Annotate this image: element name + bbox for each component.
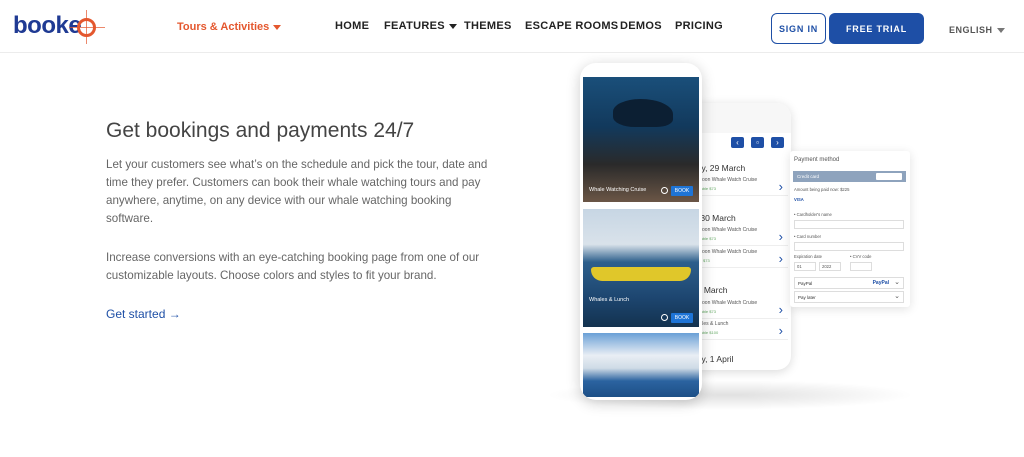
expiration-label: Expiration date: [794, 254, 822, 259]
hero-paragraph-1: Let your customers see what’s on the sch…: [106, 158, 488, 225]
nav-features[interactable]: FEATURES: [384, 20, 457, 32]
info-icon: [661, 187, 668, 194]
card-number-label: • Card number: [794, 234, 822, 239]
free-trial-button[interactable]: FREE TRIAL: [829, 13, 924, 44]
amount-label: Amount being paid now: $225: [794, 187, 850, 192]
book-button: BOOK: [671, 313, 693, 323]
whale-image: Whale Watching Cruise BOOK: [583, 77, 699, 202]
language-label: ENGLISH: [949, 25, 993, 35]
chevron-down-icon: [996, 28, 1005, 34]
cvv-label: • CVV code: [850, 254, 872, 259]
mountain-image: [583, 333, 699, 397]
nav-escape-rooms[interactable]: ESCAPE ROOMS: [525, 20, 618, 32]
tours-activities-label: Tours & Activities: [177, 21, 270, 33]
cvv-field: [850, 262, 872, 271]
chevron-right-icon: ›: [778, 323, 783, 338]
list-item: fternoon Whale Watch CruiseLAST $73›: [692, 248, 788, 268]
logo-text: booke: [13, 12, 82, 39]
list-item: fternoon Whale Watch Cruise Available $73…: [692, 226, 788, 246]
tours-activities-dropdown[interactable]: Tours & Activities: [177, 21, 282, 33]
top-nav: booke Tours & Activities HOME FEATURES T…: [0, 0, 1024, 53]
phone-tours-mockup: Whale Watching Cruise BOOK Whales & Lunc…: [580, 63, 702, 400]
boat-shape: [591, 267, 691, 281]
paypal-label: PayPal: [798, 281, 813, 286]
whale-shape: [613, 99, 673, 127]
pay-later-label: Pay later: [798, 295, 816, 300]
logo-crosshair-h: [69, 27, 105, 28]
chevron-right-icon: ›: [778, 302, 783, 317]
hero-title: Get bookings and payments 24/7: [106, 119, 415, 142]
nav-themes[interactable]: THEMES: [464, 20, 512, 32]
get-started-link[interactable]: Get started →: [106, 307, 181, 321]
payment-card-mockup: Payment method Credit card Amount being …: [790, 151, 910, 307]
payment-title: Payment method: [794, 157, 840, 163]
chevron-down-icon: ⌄: [894, 279, 900, 286]
chevron-down-icon: [448, 23, 457, 29]
info-icon: [661, 314, 668, 321]
tour-title: Whales & Lunch: [589, 297, 630, 303]
chevron-right-icon: ›: [778, 229, 783, 244]
booking-logo[interactable]: booke: [13, 10, 105, 44]
hero-paragraph-2: Increase conversions with an eye-catchin…: [106, 251, 480, 282]
credit-card-label: Credit card: [797, 174, 820, 179]
cardholder-label: • Cardholder's name: [794, 212, 832, 217]
nav-features-label: FEATURES: [384, 20, 445, 32]
logo-crosshair-v: [86, 10, 87, 44]
boat-image: Whales & Lunch BOOK: [583, 209, 699, 327]
tour-title: Whale Watching Cruise: [589, 187, 647, 193]
nav-home[interactable]: HOME: [335, 20, 369, 32]
chevron-right-icon: ›: [778, 251, 783, 266]
nav-demos[interactable]: DEMOS: [620, 20, 662, 32]
cardholder-field: [794, 220, 904, 229]
card-number-field: [794, 242, 904, 251]
prev-arrow-icon: ‹: [731, 137, 744, 148]
month-select: 01: [794, 262, 816, 271]
credit-card-bar: Credit card: [793, 171, 906, 182]
list-item: fternoon Whale Watch Cruise Available $73…: [692, 299, 788, 319]
language-selector[interactable]: ENGLISH: [949, 25, 1005, 35]
next-arrow-icon: ›: [771, 137, 784, 148]
nav-pricing[interactable]: PRICING: [675, 20, 723, 32]
chevron-right-icon: ›: [778, 179, 783, 194]
chevron-down-icon: [273, 24, 282, 30]
pay-later-option: Pay later ⌄: [794, 291, 904, 303]
calendar-icon: ▫: [751, 137, 764, 148]
sign-in-button[interactable]: SIGN IN: [771, 13, 826, 44]
chevron-down-icon: ⌄: [894, 293, 900, 300]
year-select: 2022: [819, 262, 841, 271]
paypal-option: PayPal PayPal ⌄: [794, 277, 904, 289]
list-item: fternoon Whale Watch Cruise Available $73…: [692, 176, 788, 196]
list-item: Whales & Lunch Available $100 ›: [692, 320, 788, 340]
book-button: BOOK: [671, 186, 693, 196]
card-brands: VISA: [794, 197, 804, 202]
paypal-logo: PayPal: [872, 280, 889, 286]
card-logos-icon: [876, 173, 902, 180]
